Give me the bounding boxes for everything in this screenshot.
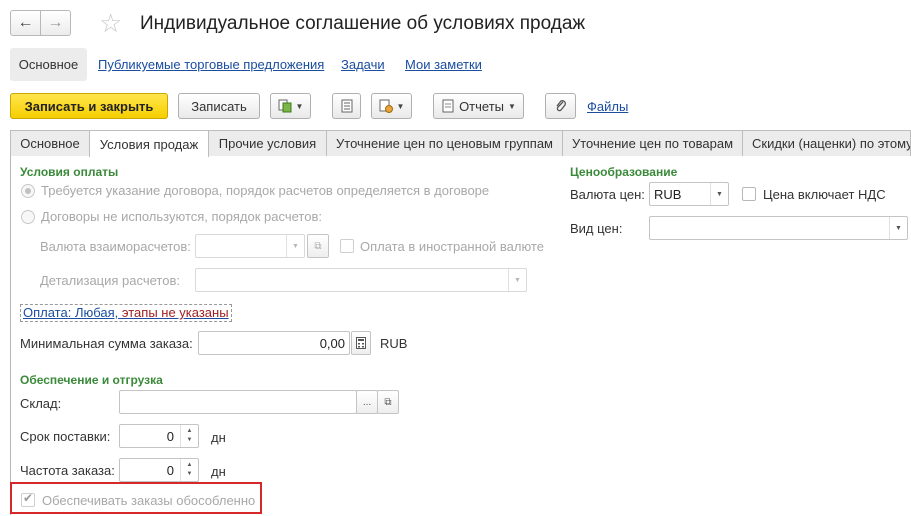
tab-price-groups[interactable]: Уточнение цен по ценовым группам bbox=[326, 130, 563, 156]
document-settings-icon bbox=[379, 99, 393, 113]
print-list-button[interactable] bbox=[332, 93, 361, 119]
chevron-down-icon: ▼ bbox=[286, 235, 304, 257]
payment-terms-link-part1: Оплата: Любая, bbox=[23, 305, 119, 320]
formnav-tasks[interactable]: Задачи bbox=[341, 57, 385, 72]
create-based-on-button[interactable]: ▼ bbox=[270, 93, 311, 119]
open-icon: ⧉ bbox=[314, 240, 322, 252]
attach-button[interactable] bbox=[545, 93, 576, 119]
min-order-input[interactable]: 0,00 bbox=[198, 331, 350, 355]
price-currency-select[interactable]: RUB ▼ bbox=[649, 182, 729, 206]
tab-sales-conditions[interactable]: Условия продаж bbox=[89, 130, 209, 157]
payment-option-contract-radio[interactable] bbox=[21, 184, 35, 198]
reports-label: Отчеты bbox=[459, 98, 504, 114]
price-type-label: Вид цен: bbox=[570, 221, 623, 236]
chevron-down-icon: ▼ bbox=[710, 183, 728, 205]
payment-terms-link[interactable]: Оплата: Любая, этапы не указаны bbox=[20, 304, 232, 322]
tab-main[interactable]: Основное bbox=[10, 130, 90, 156]
reports-button[interactable]: Отчеты ▼ bbox=[433, 93, 524, 119]
chevron-down-icon: ▼ bbox=[889, 217, 907, 239]
tab-discounts[interactable]: Скидки (наценки) по этому bbox=[742, 130, 911, 156]
settlement-detail-label: Детализация расчетов: bbox=[40, 273, 180, 288]
delivery-term-value: 0 bbox=[166, 429, 174, 444]
min-order-label: Минимальная сумма заказа: bbox=[20, 336, 193, 351]
page-title: Индивидуальное соглашение об условиях пр… bbox=[140, 13, 586, 34]
tab-other-conditions[interactable]: Прочие условия bbox=[208, 130, 327, 156]
delivery-term-unit: дн bbox=[211, 430, 226, 445]
chevron-down-icon: ▼ bbox=[295, 101, 304, 111]
forward-button[interactable]: → bbox=[40, 10, 71, 36]
create-based-on-icon bbox=[278, 99, 292, 113]
vat-included-label: Цена включает НДС bbox=[763, 187, 886, 202]
settlement-currency-label: Валюта взаиморасчетов: bbox=[40, 239, 191, 254]
print-button[interactable]: ▼ bbox=[371, 93, 412, 119]
settlement-detail-select[interactable]: ▼ bbox=[195, 268, 527, 292]
calculator-button[interactable] bbox=[351, 331, 371, 355]
min-order-value: 0,00 bbox=[319, 336, 345, 351]
price-type-select[interactable]: ▼ bbox=[649, 216, 908, 240]
settlement-currency-select[interactable]: ▼ bbox=[195, 234, 305, 258]
calculator-icon bbox=[356, 337, 366, 349]
chevron-down-icon: ▼ bbox=[396, 101, 405, 111]
stepper-arrows-icon[interactable]: ▲ ▼ bbox=[180, 425, 198, 447]
foreign-currency-label: Оплата в иностранной валюте bbox=[360, 239, 544, 254]
arrow-left-icon: ← bbox=[17, 14, 34, 31]
highlight-box bbox=[10, 482, 262, 514]
warehouse-label: Склад: bbox=[20, 396, 62, 411]
chevron-down-icon: ▼ bbox=[508, 269, 526, 291]
foreign-currency-checkbox[interactable] bbox=[340, 239, 354, 253]
arrow-right-icon: → bbox=[47, 14, 64, 31]
pricing-group-title: Ценообразование bbox=[570, 165, 678, 179]
report-icon bbox=[442, 99, 454, 113]
paperclip-icon bbox=[555, 100, 566, 112]
warehouse-input[interactable] bbox=[119, 390, 357, 414]
ellipsis-icon: ... bbox=[362, 396, 372, 408]
warehouse-select-button[interactable]: ... bbox=[356, 390, 378, 414]
order-frequency-label: Частота заказа: bbox=[20, 463, 115, 478]
vat-included-checkbox[interactable] bbox=[742, 187, 756, 201]
payment-option-no-contract-radio[interactable] bbox=[21, 210, 35, 224]
formnav-trade-offers[interactable]: Публикуемые торговые предложения bbox=[98, 57, 324, 72]
price-currency-label: Валюта цен: bbox=[570, 187, 645, 202]
payment-group-title: Условия оплаты bbox=[20, 165, 119, 179]
payment-option-contract-label: Требуется указание договора, порядок рас… bbox=[41, 183, 490, 198]
delivery-term-label: Срок поставки: bbox=[20, 429, 111, 444]
min-order-currency: RUB bbox=[380, 336, 408, 351]
open-currency-button[interactable]: ⧉ bbox=[307, 234, 329, 258]
chevron-down-icon: ▼ bbox=[508, 101, 516, 111]
favorite-star-icon[interactable]: ☆ bbox=[99, 8, 122, 38]
price-currency-value: RUB bbox=[654, 187, 682, 202]
payment-option-no-contract-label: Договоры не используются, порядок расчет… bbox=[41, 209, 322, 224]
payment-terms-link-part2: этапы не указаны bbox=[121, 305, 229, 320]
save-and-close-button[interactable]: Записать и закрыть bbox=[10, 93, 168, 119]
warehouse-open-button[interactable]: ⧉ bbox=[377, 390, 399, 414]
supply-group-title: Обеспечение и отгрузка bbox=[20, 373, 163, 387]
list-icon bbox=[341, 99, 352, 113]
stepper-arrows-icon[interactable]: ▲ ▼ bbox=[180, 459, 198, 481]
order-frequency-unit: дн bbox=[211, 464, 226, 479]
back-button[interactable]: ← bbox=[10, 10, 41, 36]
tab-price-products[interactable]: Уточнение цен по товарам bbox=[562, 130, 743, 156]
order-frequency-stepper[interactable]: 0 ▲ ▼ bbox=[119, 458, 199, 482]
delivery-term-stepper[interactable]: 0 ▲ ▼ bbox=[119, 424, 199, 448]
save-button[interactable]: Записать bbox=[178, 93, 260, 119]
formnav-notes[interactable]: Мои заметки bbox=[405, 57, 482, 72]
tab-panel-border bbox=[10, 155, 11, 515]
formnav-main[interactable]: Основное bbox=[10, 48, 87, 81]
files-link[interactable]: Файлы bbox=[587, 99, 628, 114]
order-frequency-value: 0 bbox=[166, 463, 174, 478]
open-icon: ⧉ bbox=[384, 396, 392, 408]
